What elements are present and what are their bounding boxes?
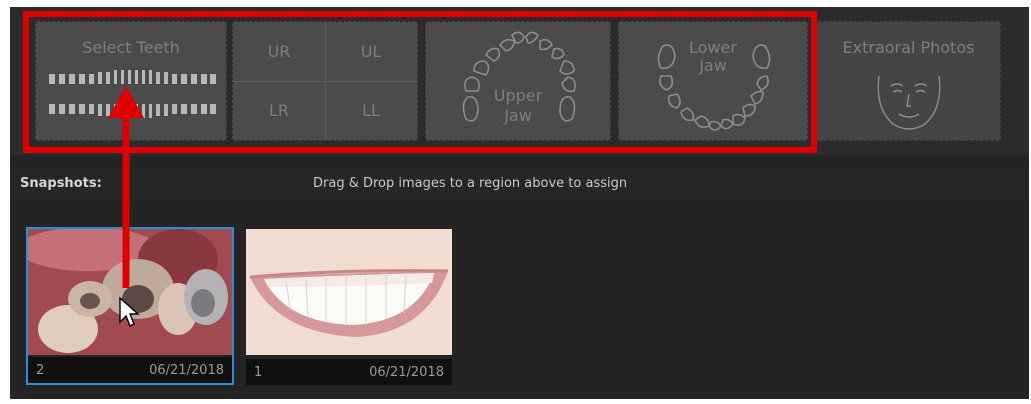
smile-photo	[246, 229, 452, 355]
thumbnail-date: 06/21/2018	[369, 364, 444, 380]
teeth-chart-icon	[49, 70, 216, 118]
drag-drop-hint: Drag & Drop images to a region above to …	[313, 176, 628, 191]
extraoral-photos-label: Extraoral Photos	[842, 38, 975, 57]
select-teeth-tile[interactable]: Select Teeth	[35, 21, 227, 141]
intraoral-teeth-photo	[28, 229, 232, 355]
thumbnail-caption: 2 06/21/2018	[28, 357, 232, 383]
thumbnail-caption: 1 06/21/2018	[246, 359, 452, 385]
quadrant-ll[interactable]: LL	[325, 81, 417, 140]
snapshots-bar: Snapshots: Drag & Drop images to a regio…	[10, 167, 1029, 201]
face-icon	[877, 75, 941, 130]
thumbnail-date: 06/21/2018	[149, 362, 224, 378]
quadrant-ul[interactable]: UL	[325, 22, 417, 82]
extraoral-photos-tile[interactable]: Extraoral Photos	[816, 21, 1001, 141]
upper-jaw-label-1: Upper	[493, 86, 543, 105]
upper-jaw-tile[interactable]: Upper Jaw	[425, 21, 611, 141]
region-toolbar: Select Teeth UR UL LR LL Upper Jaw Lower…	[10, 7, 1029, 155]
snapshot-thumbnail-1[interactable]: 1 06/21/2018	[246, 229, 452, 385]
thumbnail-index: 1	[254, 364, 263, 380]
dental-imaging-app: Select Teeth UR UL LR LL Upper Jaw Lower…	[10, 7, 1029, 399]
lower-jaw-label-1: Lower	[689, 38, 737, 57]
lower-jaw-tile[interactable]: Lower Jaw	[618, 21, 808, 141]
quadrant-lr[interactable]: LR	[233, 81, 326, 140]
snapshots-label: Snapshots:	[20, 176, 102, 191]
quadrant-tile: UR UL LR LL	[232, 21, 418, 141]
mouse-cursor-icon	[119, 296, 140, 327]
upper-jaw-label-2: Jaw	[504, 106, 532, 125]
select-teeth-label: Select Teeth	[82, 38, 180, 57]
thumbnail-index: 2	[36, 362, 45, 378]
lower-jaw-label-2: Jaw	[699, 56, 727, 75]
quadrant-ur[interactable]: UR	[233, 22, 326, 82]
